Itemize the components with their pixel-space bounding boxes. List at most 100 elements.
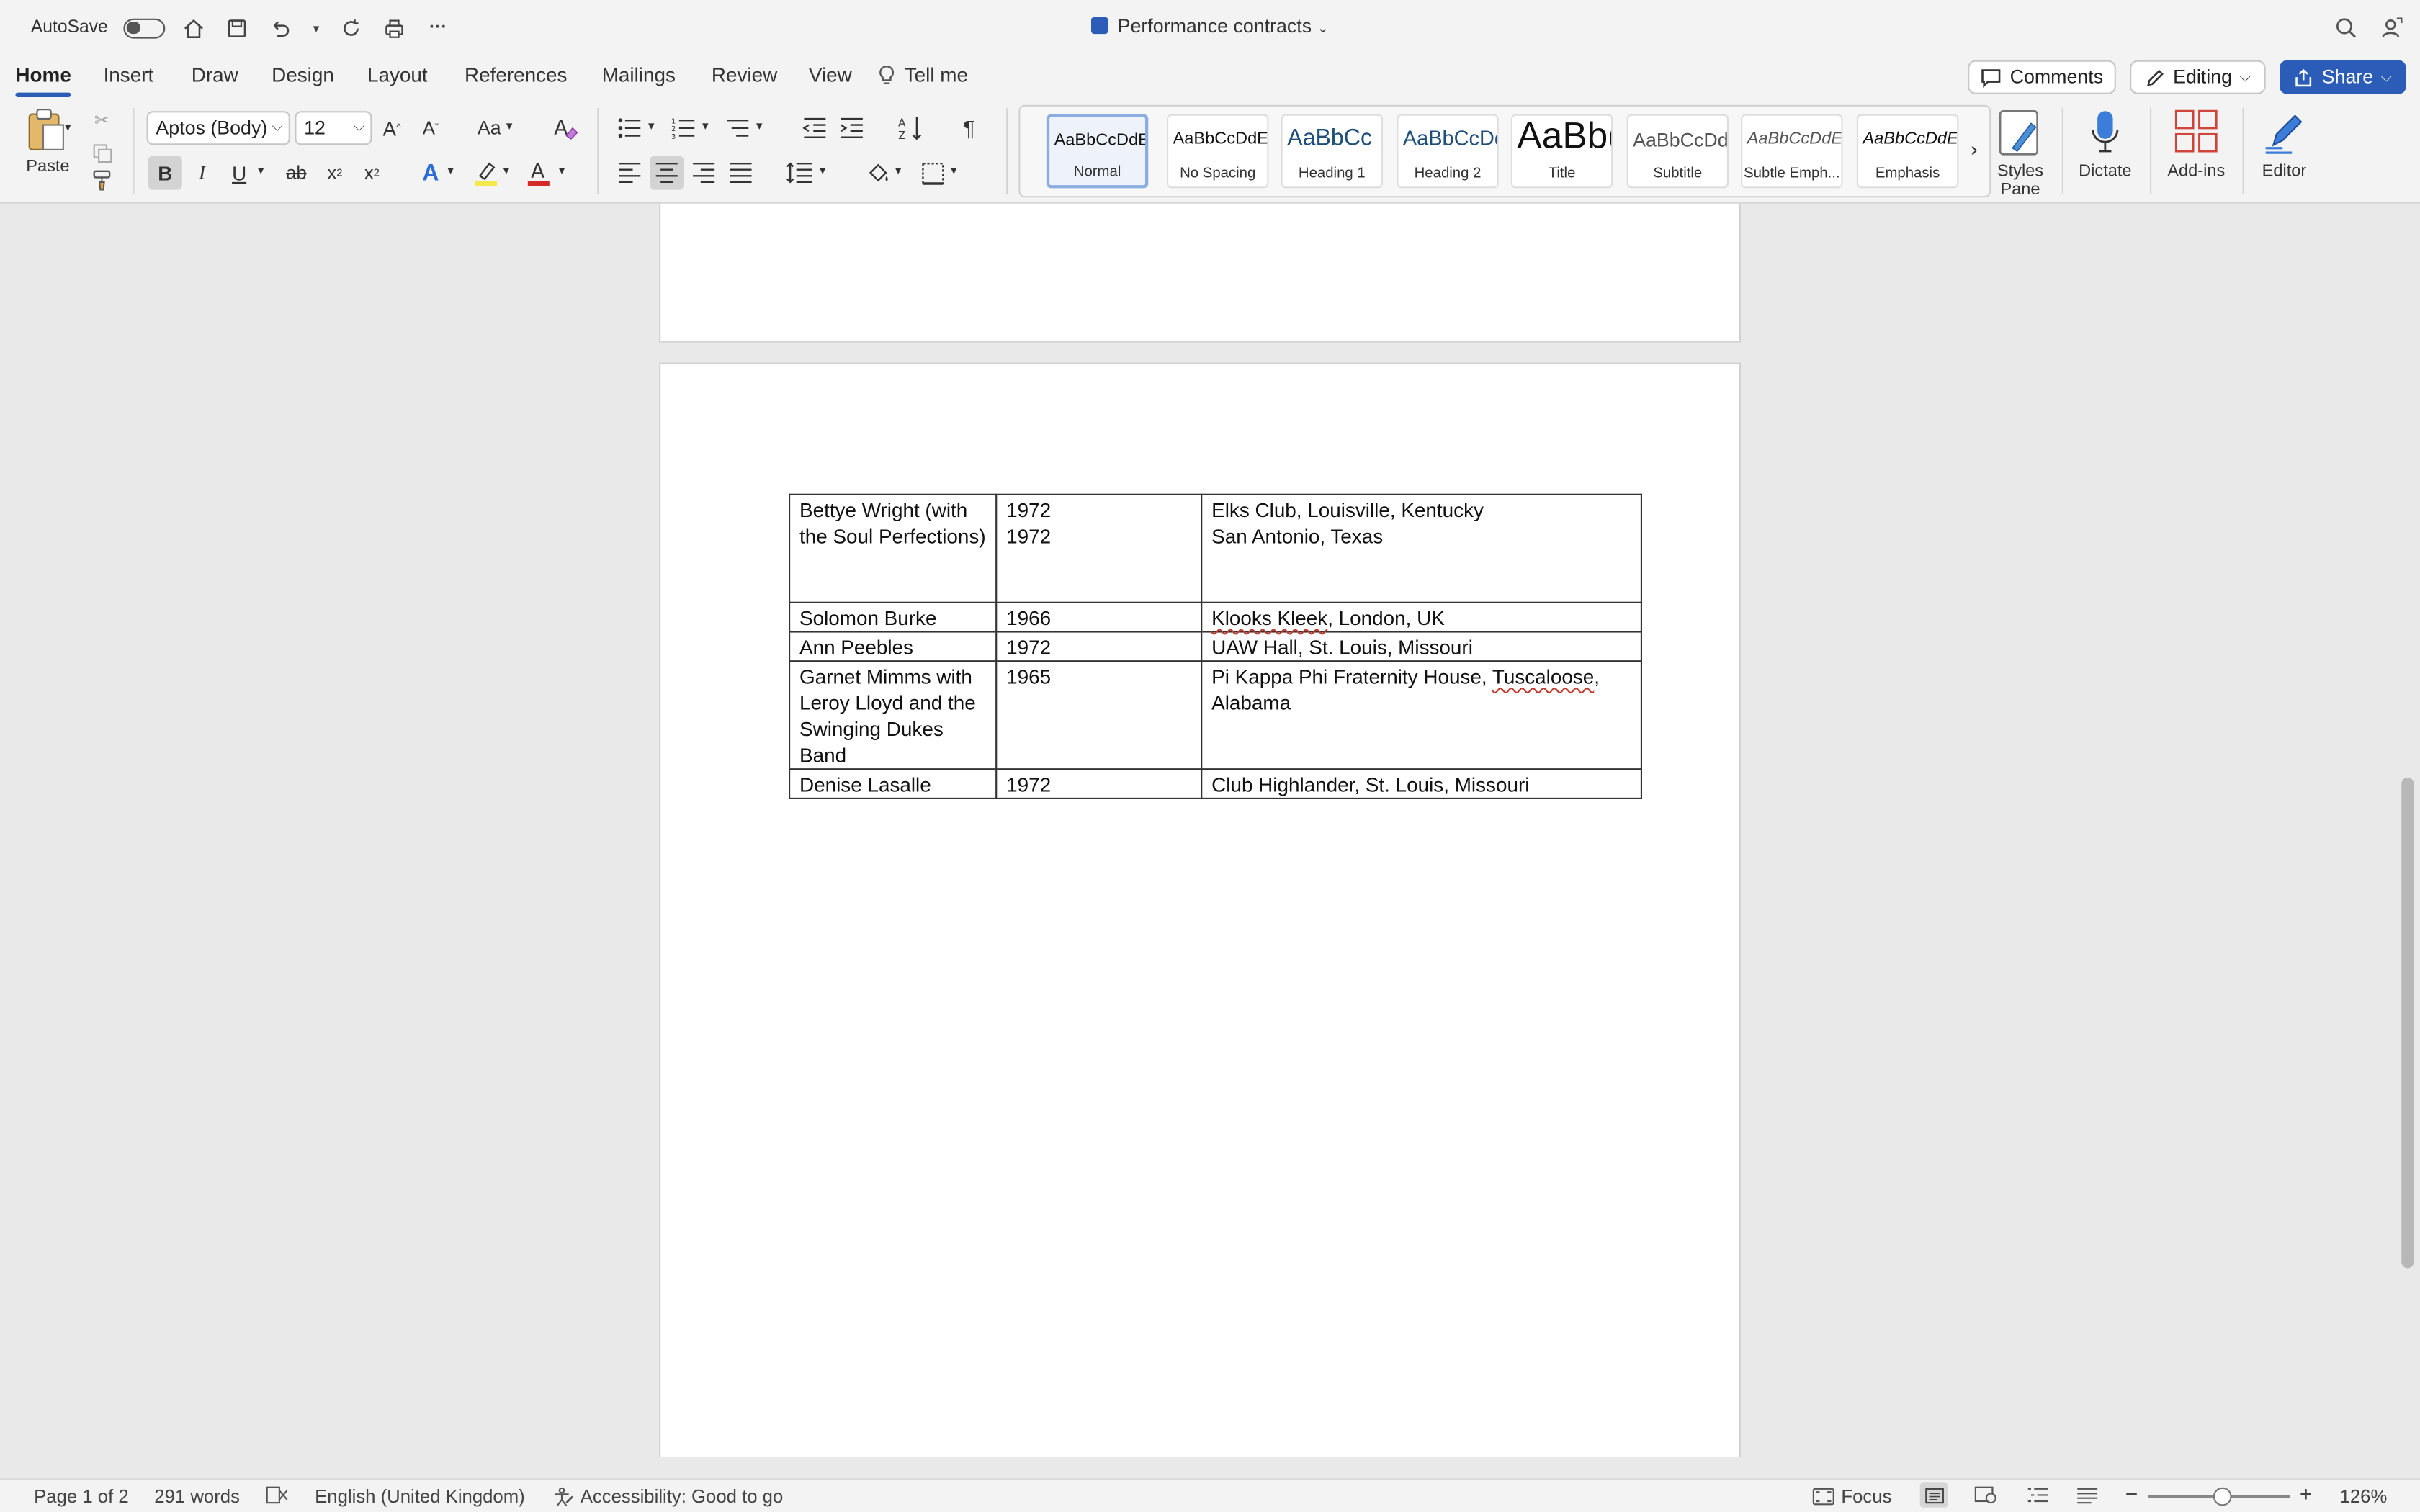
align-right-icon[interactable] [689,159,720,187]
editing-mode-button[interactable]: Editing ⌵ [2130,60,2266,94]
editor-button[interactable]: Editor [2241,105,2327,198]
borders-icon[interactable] [917,158,948,189]
table-cell[interactable]: Denise Lasalle [788,768,998,800]
table-cell[interactable]: Club Highlander, St. Louis, Missouri [1201,768,1642,800]
dictate-button[interactable]: Dictate [2062,105,2148,198]
table-cell[interactable]: 1972 1972 [995,493,1203,603]
document-canvas[interactable]: Bettye Wright (with the Soul Perfections… [0,203,2420,1457]
search-icon[interactable] [2334,15,2358,48]
table-cell[interactable]: 1966 [995,601,1203,633]
sort-icon[interactable]: AZ [895,112,926,143]
page-count[interactable]: Page 1 of 2 [34,1486,129,1508]
style-emphasis[interactable]: AaBbCcDdEe Emphasis [1856,114,1959,189]
shrink-font-icon[interactable]: Aˇ [417,114,445,143]
zoom-out-button[interactable]: − [2125,1481,2138,1506]
underline-dropdown-icon[interactable]: ▾ [258,163,264,177]
tab-insert[interactable]: Insert [104,63,154,86]
tab-mailings[interactable]: Mailings [602,63,676,86]
style-subtle-emphasis[interactable]: AaBbCcDdEe Subtle Emph... [1741,114,1843,189]
performance-table[interactable]: Bettye Wright (with the Soul Perfections… [788,493,1642,800]
font-name-select[interactable]: Aptos (Body) ⌵ [146,111,290,145]
line-spacing-dropdown-icon[interactable]: ▾ [820,163,826,177]
share-button[interactable]: Share ⌵ [2280,60,2406,94]
grow-font-icon[interactable]: A ^ [378,114,406,143]
text-effects-icon[interactable]: A [417,158,445,189]
paste-label[interactable]: Paste [22,158,74,176]
zoom-in-button[interactable]: + [2300,1481,2313,1506]
table-cell[interactable]: Solomon Burke [788,601,998,633]
decrease-indent-icon[interactable] [799,114,830,143]
underline-button[interactable]: U [225,158,254,189]
tab-view[interactable]: View [809,63,852,86]
proofing-icon[interactable] [266,1486,289,1505]
bullets-dropdown-icon[interactable]: ▾ [648,119,655,132]
table-cell[interactable]: Elks Club, Louisville, Kentucky San Anton… [1201,493,1642,603]
style-heading-1[interactable]: AaBbCc Heading 1 [1281,114,1383,189]
highlight-icon[interactable] [472,158,501,189]
styles-pane-button[interactable]: Styles Pane [1977,105,2063,199]
style-normal[interactable]: AaBbCcDdEe Normal [1046,114,1149,189]
table-cell[interactable]: UAW Hall, St. Louis, Missouri [1201,631,1642,662]
shading-dropdown-icon[interactable]: ▾ [895,163,902,177]
table-cell[interactable]: Pi Kappa Phi Fraternity House, Tuscaloos… [1201,660,1642,770]
tab-references[interactable]: References [465,63,567,86]
font-color-dropdown-icon[interactable]: ▾ [559,163,565,177]
table-cell[interactable]: Bettye Wright (with the Soul Perfections… [788,493,998,603]
zoom-level[interactable]: 126% [2340,1486,2388,1508]
document-title[interactable]: Performance contracts ⌄ [0,15,2420,37]
table-cell[interactable]: Ann Peebles [788,631,998,662]
justify-icon[interactable] [725,159,756,187]
table-cell[interactable]: 1972 [995,768,1203,800]
page-1-bottom[interactable] [659,203,1742,343]
table-cell[interactable]: 1965 [995,660,1203,770]
style-title[interactable]: AaBb( Title [1510,114,1613,189]
tell-me-search[interactable]: Tell me [877,63,968,86]
copy-icon[interactable] [89,140,114,165]
cut-icon[interactable]: ✂ [89,108,114,132]
table-row[interactable]: Solomon Burke 1966 Klooks Kleek, London,… [788,601,1642,633]
paste-dropdown-icon[interactable]: ▾ [65,120,71,134]
align-left-icon[interactable] [614,159,645,187]
align-center-icon[interactable] [650,156,684,190]
text-effects-dropdown-icon[interactable]: ▾ [447,163,454,177]
italic-button[interactable]: I [188,158,216,189]
table-row[interactable]: Bettye Wright (with the Soul Perfections… [788,493,1642,603]
subscript-button[interactable]: x2 [321,158,349,189]
tab-home[interactable]: Home [15,63,72,98]
add-ins-button[interactable]: Add-ins [2153,105,2239,198]
borders-dropdown-icon[interactable]: ▾ [951,163,957,177]
accessibility-status[interactable]: Accessibility: Good to go [552,1486,783,1508]
table-cell[interactable]: 1972 [995,631,1203,662]
focus-button[interactable]: Focus [1812,1486,1891,1508]
table-cell[interactable]: Klooks Kleek, London, UK [1201,601,1642,633]
style-heading-2[interactable]: AaBbCcDd Heading 2 [1397,114,1499,189]
format-painter-icon[interactable] [89,168,114,193]
tab-review[interactable]: Review [712,63,777,86]
multilevel-dropdown-icon[interactable]: ▾ [756,119,763,132]
table-row[interactable]: Ann Peebles 1972 UAW Hall, St. Louis, Mi… [788,631,1642,662]
word-count[interactable]: 291 words [154,1486,240,1508]
change-case-button[interactable]: Aa [472,114,506,143]
change-case-dropdown-icon[interactable]: ▾ [506,119,513,132]
increase-indent-icon[interactable] [836,114,867,143]
numbering-icon[interactable]: 123 [668,114,699,143]
numbering-dropdown-icon[interactable]: ▾ [702,119,709,132]
account-icon[interactable] [2380,15,2404,48]
style-subtitle[interactable]: AaBbCcDd Subtitle [1626,114,1729,189]
print-layout-icon[interactable] [1919,1482,1948,1508]
table-cell[interactable]: Garnet Mimms with Leroy Lloyd and the Sw… [788,660,998,770]
strikethrough-button[interactable]: ab [281,158,312,189]
style-no-spacing[interactable]: AaBbCcDdEe No Spacing [1167,114,1269,189]
show-formatting-marks-icon[interactable]: ¶ [955,112,983,143]
vertical-scrollbar[interactable] [2401,778,2414,1269]
font-size-select[interactable]: 12 ⌵ [295,111,372,145]
language-status[interactable]: English (United Kingdom) [315,1486,525,1508]
highlight-dropdown-icon[interactable]: ▾ [503,163,510,177]
outline-view-icon[interactable] [2027,1486,2050,1505]
superscript-button[interactable]: x2 [358,158,386,189]
line-spacing-icon[interactable] [784,159,815,187]
zoom-slider-thumb[interactable] [2213,1487,2232,1506]
draft-view-icon[interactable] [2076,1486,2099,1505]
bullets-icon[interactable] [614,114,645,143]
table-row[interactable]: Denise Lasalle 1972 Club Highlander, St.… [788,768,1642,800]
